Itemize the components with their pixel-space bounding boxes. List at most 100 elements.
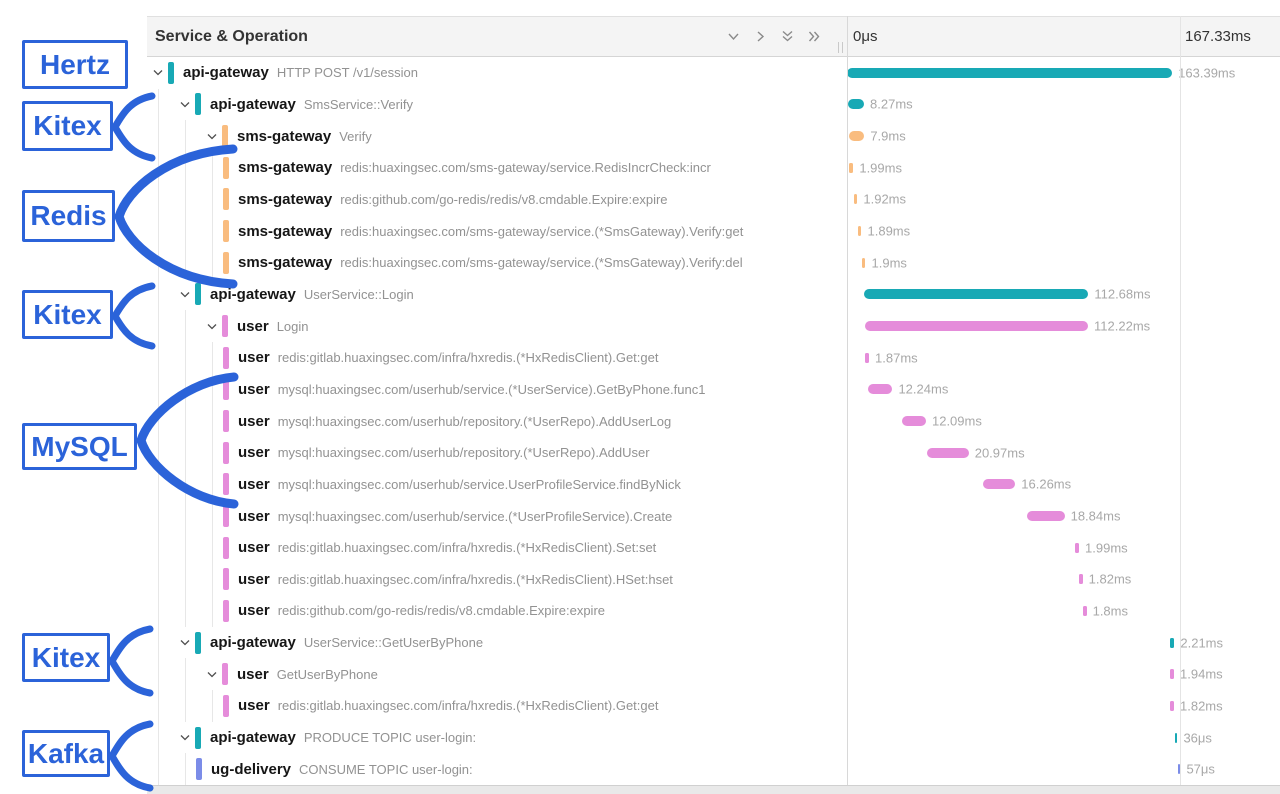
span-row[interactable]: userredis:gitlab.huaxingsec.com/infra/hx… xyxy=(147,690,1280,722)
span-row[interactable]: sms-gatewayredis:github.com/go-redis/red… xyxy=(147,184,1280,216)
row-expand-chevron-icon[interactable] xyxy=(180,734,190,741)
span-name-cell[interactable]: api-gatewayUserService::GetUserByPhone xyxy=(147,627,846,659)
span-row[interactable]: sms-gatewayredis:huaxingsec.com/sms-gate… xyxy=(147,247,1280,279)
span-duration-bar[interactable] xyxy=(865,353,869,363)
span-name-cell[interactable]: sms-gatewayredis:github.com/go-redis/red… xyxy=(147,184,846,216)
span-name-cell[interactable]: usermysql:huaxingsec.com/userhub/service… xyxy=(147,374,846,406)
span-duration-bar[interactable] xyxy=(1170,701,1174,711)
tree-indent-guide xyxy=(212,342,213,374)
span-timeline-cell: 1.99ms xyxy=(847,152,1280,184)
span-row[interactable]: userGetUserByPhone1.94ms xyxy=(147,658,1280,690)
span-row[interactable]: sms-gatewayredis:huaxingsec.com/sms-gate… xyxy=(147,215,1280,247)
annotation-box-kafka: Kafka xyxy=(22,730,110,777)
span-row[interactable]: usermysql:huaxingsec.com/userhub/service… xyxy=(147,469,1280,501)
span-duration-bar[interactable] xyxy=(849,163,853,173)
span-row[interactable]: api-gatewaySmsService::Verify8.27ms xyxy=(147,89,1280,121)
span-duration-label: 1.9ms xyxy=(872,255,907,270)
span-name-cell[interactable]: userredis:gitlab.huaxingsec.com/infra/hx… xyxy=(147,342,846,374)
span-row[interactable]: api-gatewayPRODUCE TOPIC user-login:36μs xyxy=(147,722,1280,754)
span-row[interactable]: api-gatewayUserService::Login112.68ms xyxy=(147,279,1280,311)
span-duration-bar[interactable] xyxy=(983,479,1015,489)
span-name-cell[interactable]: sms-gatewayredis:huaxingsec.com/sms-gate… xyxy=(147,247,846,279)
operation-name: redis:github.com/go-redis/redis/v8.cmdab… xyxy=(278,603,605,618)
row-expand-chevron-icon[interactable] xyxy=(180,101,190,108)
chevron-right-icon[interactable] xyxy=(754,30,767,43)
span-name-cell[interactable]: sms-gatewayredis:huaxingsec.com/sms-gate… xyxy=(147,215,846,247)
row-expand-chevron-icon[interactable] xyxy=(180,639,190,646)
span-name-cell[interactable]: userredis:gitlab.huaxingsec.com/infra/hx… xyxy=(147,690,846,722)
span-duration-label: 2.21ms xyxy=(1180,635,1223,650)
span-name-cell[interactable]: usermysql:huaxingsec.com/userhub/reposit… xyxy=(147,405,846,437)
span-row[interactable]: ug-deliveryCONSUME TOPIC user-login:57μs xyxy=(147,753,1280,785)
tree-indent-guide xyxy=(212,152,213,184)
span-row[interactable]: userredis:gitlab.huaxingsec.com/infra/hx… xyxy=(147,532,1280,564)
double-chevron-right-icon[interactable] xyxy=(808,30,821,43)
span-row[interactable]: usermysql:huaxingsec.com/userhub/reposit… xyxy=(147,405,1280,437)
span-name-cell[interactable]: sms-gatewayVerify xyxy=(147,120,846,152)
span-name-cell[interactable]: usermysql:huaxingsec.com/userhub/reposit… xyxy=(147,437,846,469)
double-chevron-down-icon[interactable] xyxy=(781,30,794,43)
row-expand-chevron-icon[interactable] xyxy=(207,323,217,330)
span-duration-bar[interactable] xyxy=(927,448,969,458)
annotation-label: MySQL xyxy=(31,431,127,463)
tree-indent-guide xyxy=(158,564,159,596)
annotation-brace-kafka xyxy=(112,724,150,788)
trace-panel-header: Service & Operation 0μs 167.33ms xyxy=(147,16,1280,57)
span-duration-bar[interactable] xyxy=(848,99,864,109)
span-name-cell[interactable]: userLogin xyxy=(147,310,846,342)
span-duration-bar[interactable] xyxy=(902,416,926,426)
span-duration-bar[interactable] xyxy=(868,384,892,394)
span-duration-bar[interactable] xyxy=(1170,638,1174,648)
service-color-bar xyxy=(223,347,229,369)
service-name: user xyxy=(238,444,270,461)
span-name-cell[interactable]: ug-deliveryCONSUME TOPIC user-login: xyxy=(147,753,846,785)
span-row[interactable]: userredis:github.com/go-redis/redis/v8.c… xyxy=(147,595,1280,627)
tree-indent-guide xyxy=(185,247,186,279)
span-duration-bar[interactable] xyxy=(1170,669,1174,679)
span-row[interactable]: api-gatewayUserService::GetUserByPhone 2.… xyxy=(147,627,1280,659)
span-timeline-cell: 1.82ms xyxy=(847,564,1280,596)
span-duration-bar[interactable] xyxy=(1083,606,1087,616)
row-expand-chevron-icon[interactable] xyxy=(207,133,217,140)
tree-indent-guide xyxy=(185,532,186,564)
span-duration-bar[interactable] xyxy=(854,194,858,204)
span-name-cell[interactable]: api-gatewaySmsService::Verify xyxy=(147,89,846,121)
span-name-cell[interactable]: userredis:github.com/go-redis/redis/v8.c… xyxy=(147,595,846,627)
span-row[interactable]: usermysql:huaxingsec.com/userhub/service… xyxy=(147,500,1280,532)
span-duration-bar[interactable] xyxy=(862,258,866,268)
span-duration-bar[interactable] xyxy=(847,68,1172,78)
span-row[interactable]: sms-gatewayVerify7.9ms xyxy=(147,120,1280,152)
span-row[interactable]: api-gatewayHTTP POST /v1/session163.39ms xyxy=(147,57,1280,89)
span-name-cell[interactable]: sms-gatewayredis:huaxingsec.com/sms-gate… xyxy=(147,152,846,184)
span-name-cell[interactable]: api-gatewayHTTP POST /v1/session xyxy=(147,57,846,89)
span-row[interactable]: userredis:gitlab.huaxingsec.com/infra/hx… xyxy=(147,564,1280,596)
span-name-cell[interactable]: userGetUserByPhone xyxy=(147,658,846,690)
span-name-cell[interactable]: usermysql:huaxingsec.com/userhub/service… xyxy=(147,469,846,501)
span-row[interactable]: userLogin112.22ms xyxy=(147,310,1280,342)
service-operation-column-title: Service & Operation xyxy=(155,17,308,56)
row-expand-chevron-icon[interactable] xyxy=(180,291,190,298)
span-name-cell[interactable]: api-gatewayUserService::Login xyxy=(147,279,846,311)
span-duration-bar[interactable] xyxy=(1175,733,1178,743)
span-name-cell[interactable]: api-gatewayPRODUCE TOPIC user-login: xyxy=(147,722,846,754)
span-name-cell[interactable]: userredis:gitlab.huaxingsec.com/infra/hx… xyxy=(147,532,846,564)
row-expand-chevron-icon[interactable] xyxy=(153,69,163,76)
service-color-bar xyxy=(222,315,228,337)
span-row[interactable]: usermysql:huaxingsec.com/userhub/reposit… xyxy=(147,437,1280,469)
span-duration-bar[interactable] xyxy=(858,226,862,236)
span-duration-bar[interactable] xyxy=(1075,543,1079,553)
column-divider[interactable] xyxy=(847,16,848,785)
span-duration-bar[interactable] xyxy=(1079,574,1083,584)
column-resize-handle[interactable] xyxy=(838,42,843,53)
span-name-cell[interactable]: userredis:gitlab.huaxingsec.com/infra/hx… xyxy=(147,564,846,596)
row-expand-chevron-icon[interactable] xyxy=(207,671,217,678)
chevron-down-icon[interactable] xyxy=(727,30,740,43)
span-duration-bar[interactable] xyxy=(864,289,1088,299)
span-row[interactable]: usermysql:huaxingsec.com/userhub/service… xyxy=(147,374,1280,406)
span-duration-bar[interactable] xyxy=(1027,511,1064,521)
span-name-cell[interactable]: usermysql:huaxingsec.com/userhub/service… xyxy=(147,500,846,532)
span-row[interactable]: sms-gatewayredis:huaxingsec.com/sms-gate… xyxy=(147,152,1280,184)
span-row[interactable]: userredis:gitlab.huaxingsec.com/infra/hx… xyxy=(147,342,1280,374)
span-duration-bar[interactable] xyxy=(865,321,1088,331)
span-duration-bar[interactable] xyxy=(849,131,865,141)
